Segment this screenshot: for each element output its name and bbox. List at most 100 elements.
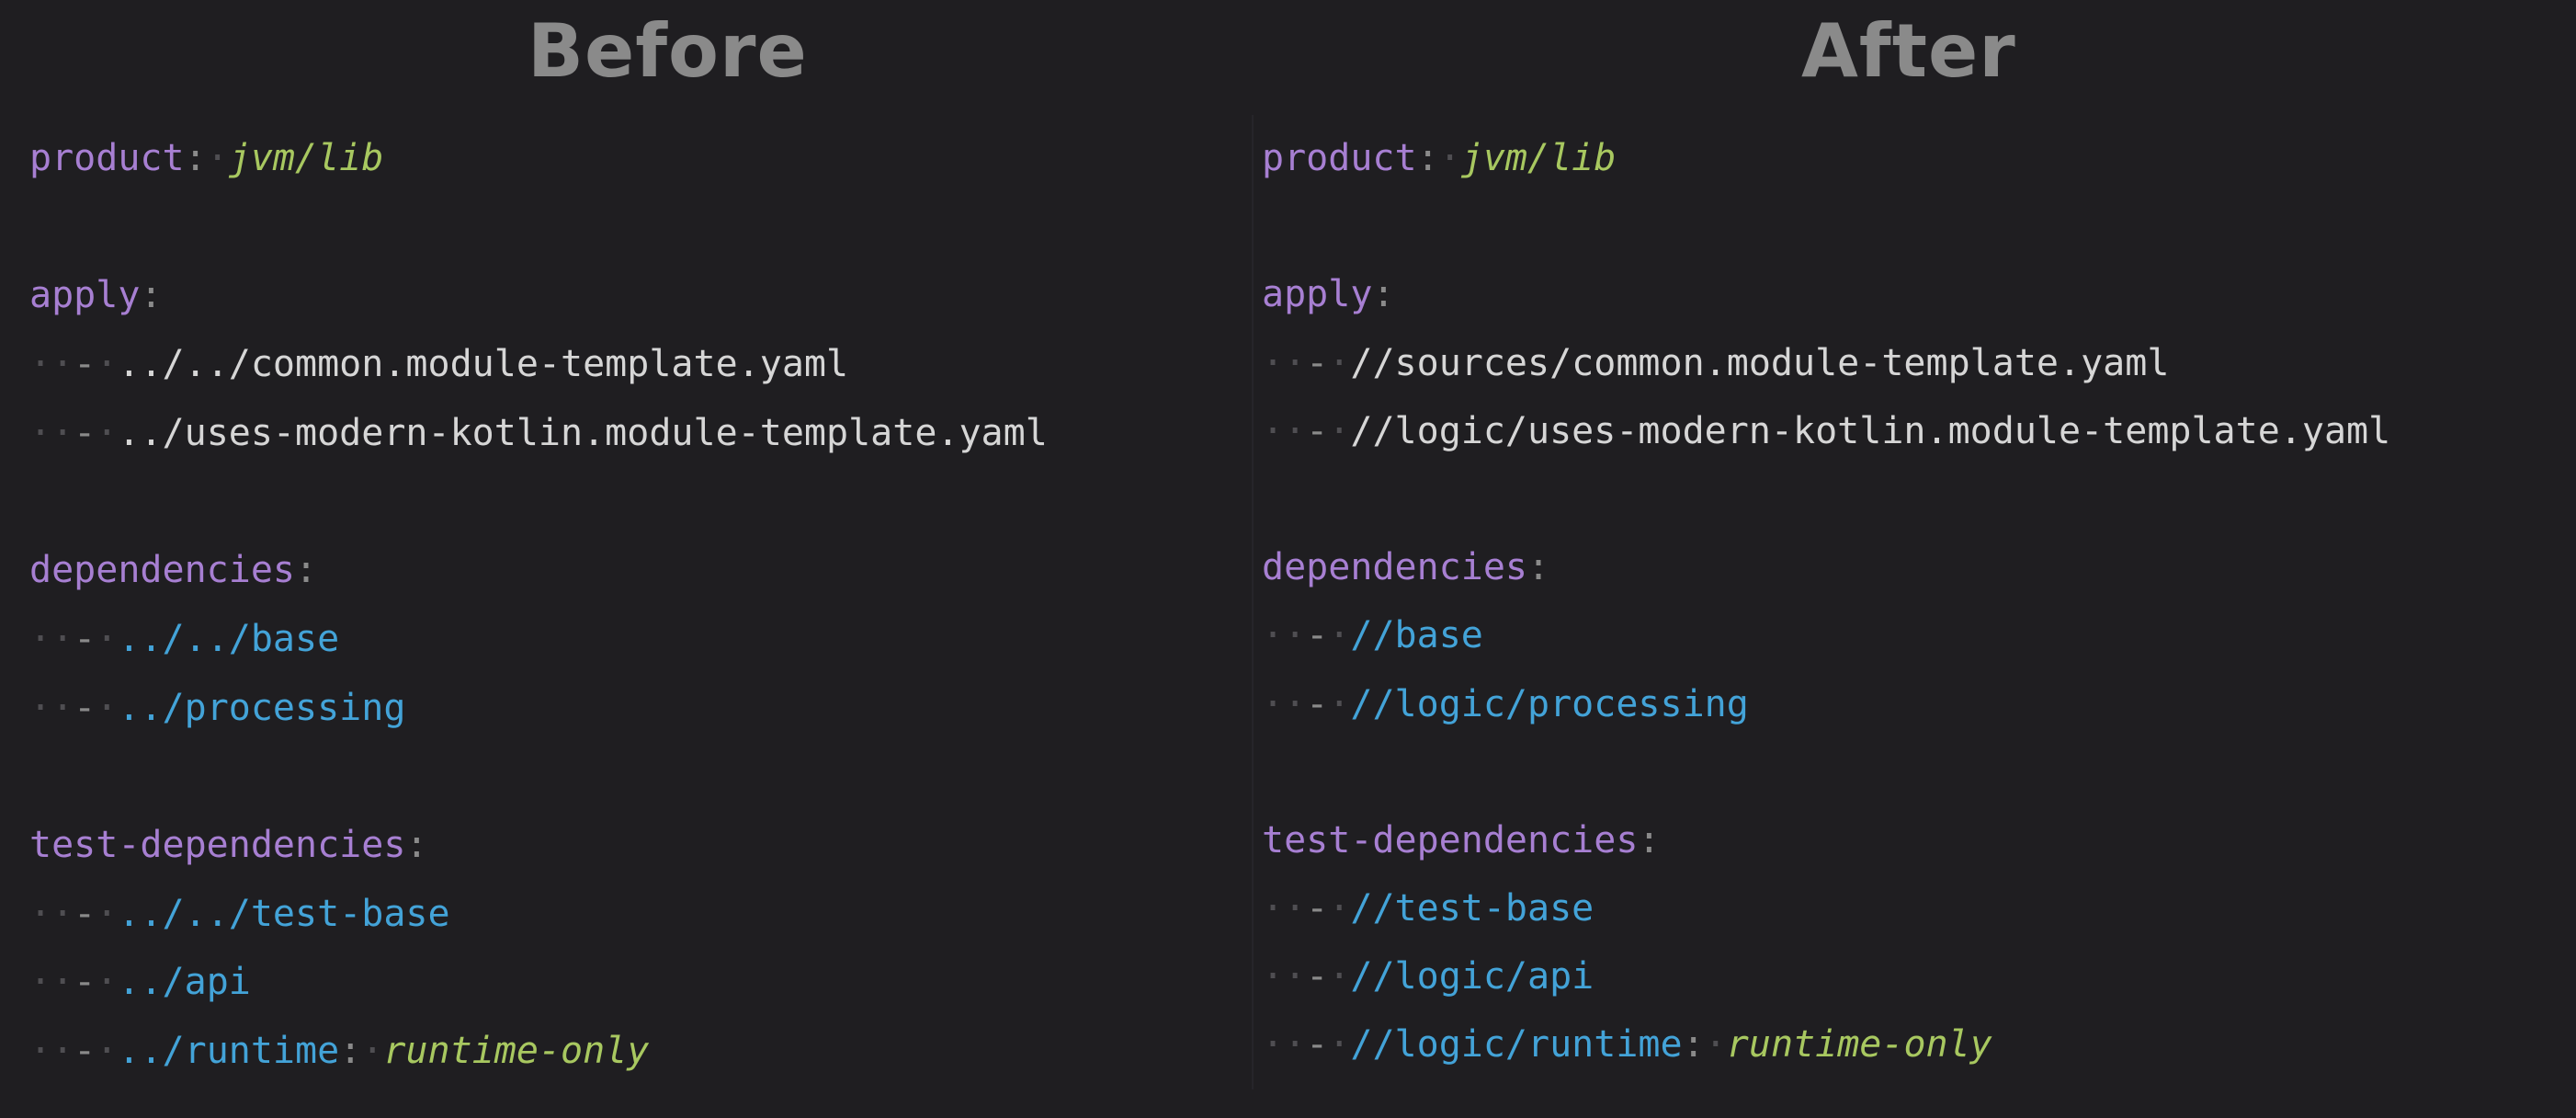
whitespace-marker: · bbox=[1328, 409, 1351, 452]
whitespace-marker: · bbox=[1328, 614, 1351, 657]
list-dash: - bbox=[1306, 409, 1329, 452]
code-line[interactable]: ··-·../api bbox=[29, 948, 1048, 1017]
indent-marker: ·· bbox=[1262, 409, 1307, 452]
code-line[interactable]: ··-·//logic/runtime:·runtime-only bbox=[1262, 1010, 2390, 1078]
yaml-colon: : bbox=[1372, 273, 1395, 316]
indent-marker: ·· bbox=[29, 343, 74, 386]
list-dash: - bbox=[74, 617, 96, 660]
yaml-colon: : bbox=[339, 1029, 362, 1072]
yaml-colon: : bbox=[1526, 546, 1550, 589]
yaml-value: jvm/lib bbox=[1460, 137, 1617, 179]
yaml-key: product bbox=[1262, 137, 1417, 179]
whitespace-marker: · bbox=[96, 892, 119, 935]
code-line[interactable]: ··-·../processing bbox=[29, 674, 1048, 743]
before-pane: Before product:·jvm/lib apply: ··-·../../c… bbox=[0, 0, 1245, 1118]
list-dash: - bbox=[1306, 614, 1329, 657]
dependency-path: ../processing bbox=[118, 686, 406, 729]
indent-marker: ·· bbox=[29, 617, 74, 660]
code-line[interactable]: dependencies: bbox=[29, 536, 1048, 605]
whitespace-marker: · bbox=[96, 961, 119, 1004]
list-dash: - bbox=[1306, 955, 1329, 998]
list-dash: - bbox=[74, 343, 96, 386]
list-dash: - bbox=[1306, 1023, 1329, 1067]
list-dash: - bbox=[74, 411, 96, 454]
indent-marker: ·· bbox=[1262, 614, 1307, 657]
blank-line[interactable] bbox=[1262, 192, 2390, 260]
template-path: //sources/common.module-template.yaml bbox=[1350, 341, 2170, 384]
dependency-path: ../../base bbox=[118, 617, 340, 660]
dependency-path: ../api bbox=[118, 961, 251, 1004]
yaml-colon: : bbox=[140, 274, 163, 317]
code-line[interactable]: ··-·../uses-modern-kotlin.module-templat… bbox=[29, 399, 1048, 468]
yaml-colon: : bbox=[1682, 1023, 1705, 1067]
blank-line[interactable] bbox=[29, 742, 1048, 811]
whitespace-marker: · bbox=[1328, 341, 1351, 384]
list-dash: - bbox=[74, 686, 96, 729]
code-line[interactable]: ··-·//logic/api bbox=[1262, 942, 2390, 1010]
list-dash: - bbox=[74, 1029, 96, 1072]
dependency-path: ../../test-base bbox=[118, 892, 450, 935]
dependency-path: ../runtime bbox=[118, 1029, 340, 1072]
code-line[interactable]: apply: bbox=[29, 261, 1048, 330]
before-code-editor[interactable]: product:·jvm/lib apply: ··-·../../common.m… bbox=[29, 124, 1048, 1086]
whitespace-marker: · bbox=[1328, 1023, 1351, 1067]
after-code-editor[interactable]: product:·jvm/lib apply: ··-·//sources/comm… bbox=[1262, 124, 2390, 1079]
code-line[interactable]: ··-·//logic/processing bbox=[1262, 670, 2390, 738]
code-line[interactable]: ··-·//base bbox=[1262, 601, 2390, 669]
code-line[interactable]: ··-·../../common.module-template.yaml bbox=[29, 330, 1048, 399]
code-line[interactable]: ··-·../runtime:·runtime-only bbox=[29, 1017, 1048, 1086]
dependency-path: //logic/runtime bbox=[1350, 1023, 1683, 1067]
indent-marker: ·· bbox=[29, 686, 74, 729]
after-pane: After product:·jvm/lib apply: ··-·//source… bbox=[1245, 0, 2576, 1118]
yaml-value: runtime-only bbox=[1726, 1023, 1992, 1067]
list-dash: - bbox=[1306, 341, 1329, 384]
indent-marker: ·· bbox=[29, 961, 74, 1004]
code-line[interactable]: ··-·//test-base bbox=[1262, 874, 2390, 942]
list-dash: - bbox=[1306, 682, 1329, 725]
blank-line[interactable] bbox=[1262, 465, 2390, 533]
blank-line[interactable] bbox=[29, 467, 1048, 536]
code-line[interactable]: dependencies: bbox=[1262, 533, 2390, 601]
code-line[interactable]: apply: bbox=[1262, 260, 2390, 328]
dependency-path: //logic/processing bbox=[1350, 682, 1749, 725]
dependency-path: //test-base bbox=[1350, 887, 1594, 930]
indent-marker: ·· bbox=[29, 411, 74, 454]
template-path: ../../common.module-template.yaml bbox=[118, 343, 849, 386]
whitespace-marker: · bbox=[96, 686, 119, 729]
whitespace-marker: · bbox=[1704, 1023, 1727, 1067]
yaml-value: jvm/lib bbox=[228, 137, 384, 179]
whitespace-marker: · bbox=[1328, 887, 1351, 930]
whitespace-marker: · bbox=[96, 617, 119, 660]
code-line[interactable]: product:·jvm/lib bbox=[1262, 124, 2390, 192]
indent-marker: ·· bbox=[1262, 341, 1307, 384]
blank-line[interactable] bbox=[29, 193, 1048, 262]
code-line[interactable]: ··-·../../base bbox=[29, 605, 1048, 674]
code-line[interactable]: test-dependencies: bbox=[1262, 806, 2390, 874]
after-header: After bbox=[1801, 8, 2016, 94]
code-line[interactable]: test-dependencies: bbox=[29, 811, 1048, 880]
yaml-key: test-dependencies bbox=[29, 823, 406, 866]
yaml-value: runtime-only bbox=[383, 1029, 650, 1072]
yaml-colon: : bbox=[294, 549, 318, 592]
list-dash: - bbox=[74, 961, 96, 1004]
whitespace-marker: · bbox=[96, 343, 119, 386]
code-line[interactable]: ··-·//sources/common.module-template.yam… bbox=[1262, 329, 2390, 397]
list-dash: - bbox=[1306, 887, 1329, 930]
whitespace-marker: · bbox=[1438, 137, 1461, 179]
whitespace-marker: · bbox=[1328, 682, 1351, 725]
yaml-key: apply bbox=[1262, 273, 1373, 316]
yaml-key: apply bbox=[29, 274, 141, 317]
code-line[interactable]: ··-·../../test-base bbox=[29, 880, 1048, 949]
indent-marker: ·· bbox=[1262, 955, 1307, 998]
whitespace-marker: · bbox=[1328, 955, 1351, 998]
indent-marker: ·· bbox=[29, 892, 74, 935]
code-line[interactable]: product:·jvm/lib bbox=[29, 124, 1048, 193]
whitespace-marker: · bbox=[206, 137, 229, 179]
yaml-key: test-dependencies bbox=[1262, 818, 1639, 861]
whitespace-marker: · bbox=[96, 411, 119, 454]
code-line[interactable]: ··-·//logic/uses-modern-kotlin.module-te… bbox=[1262, 397, 2390, 465]
yaml-colon: : bbox=[405, 823, 428, 866]
blank-line[interactable] bbox=[1262, 738, 2390, 806]
yaml-key: dependencies bbox=[29, 549, 295, 592]
whitespace-marker: · bbox=[361, 1029, 384, 1072]
